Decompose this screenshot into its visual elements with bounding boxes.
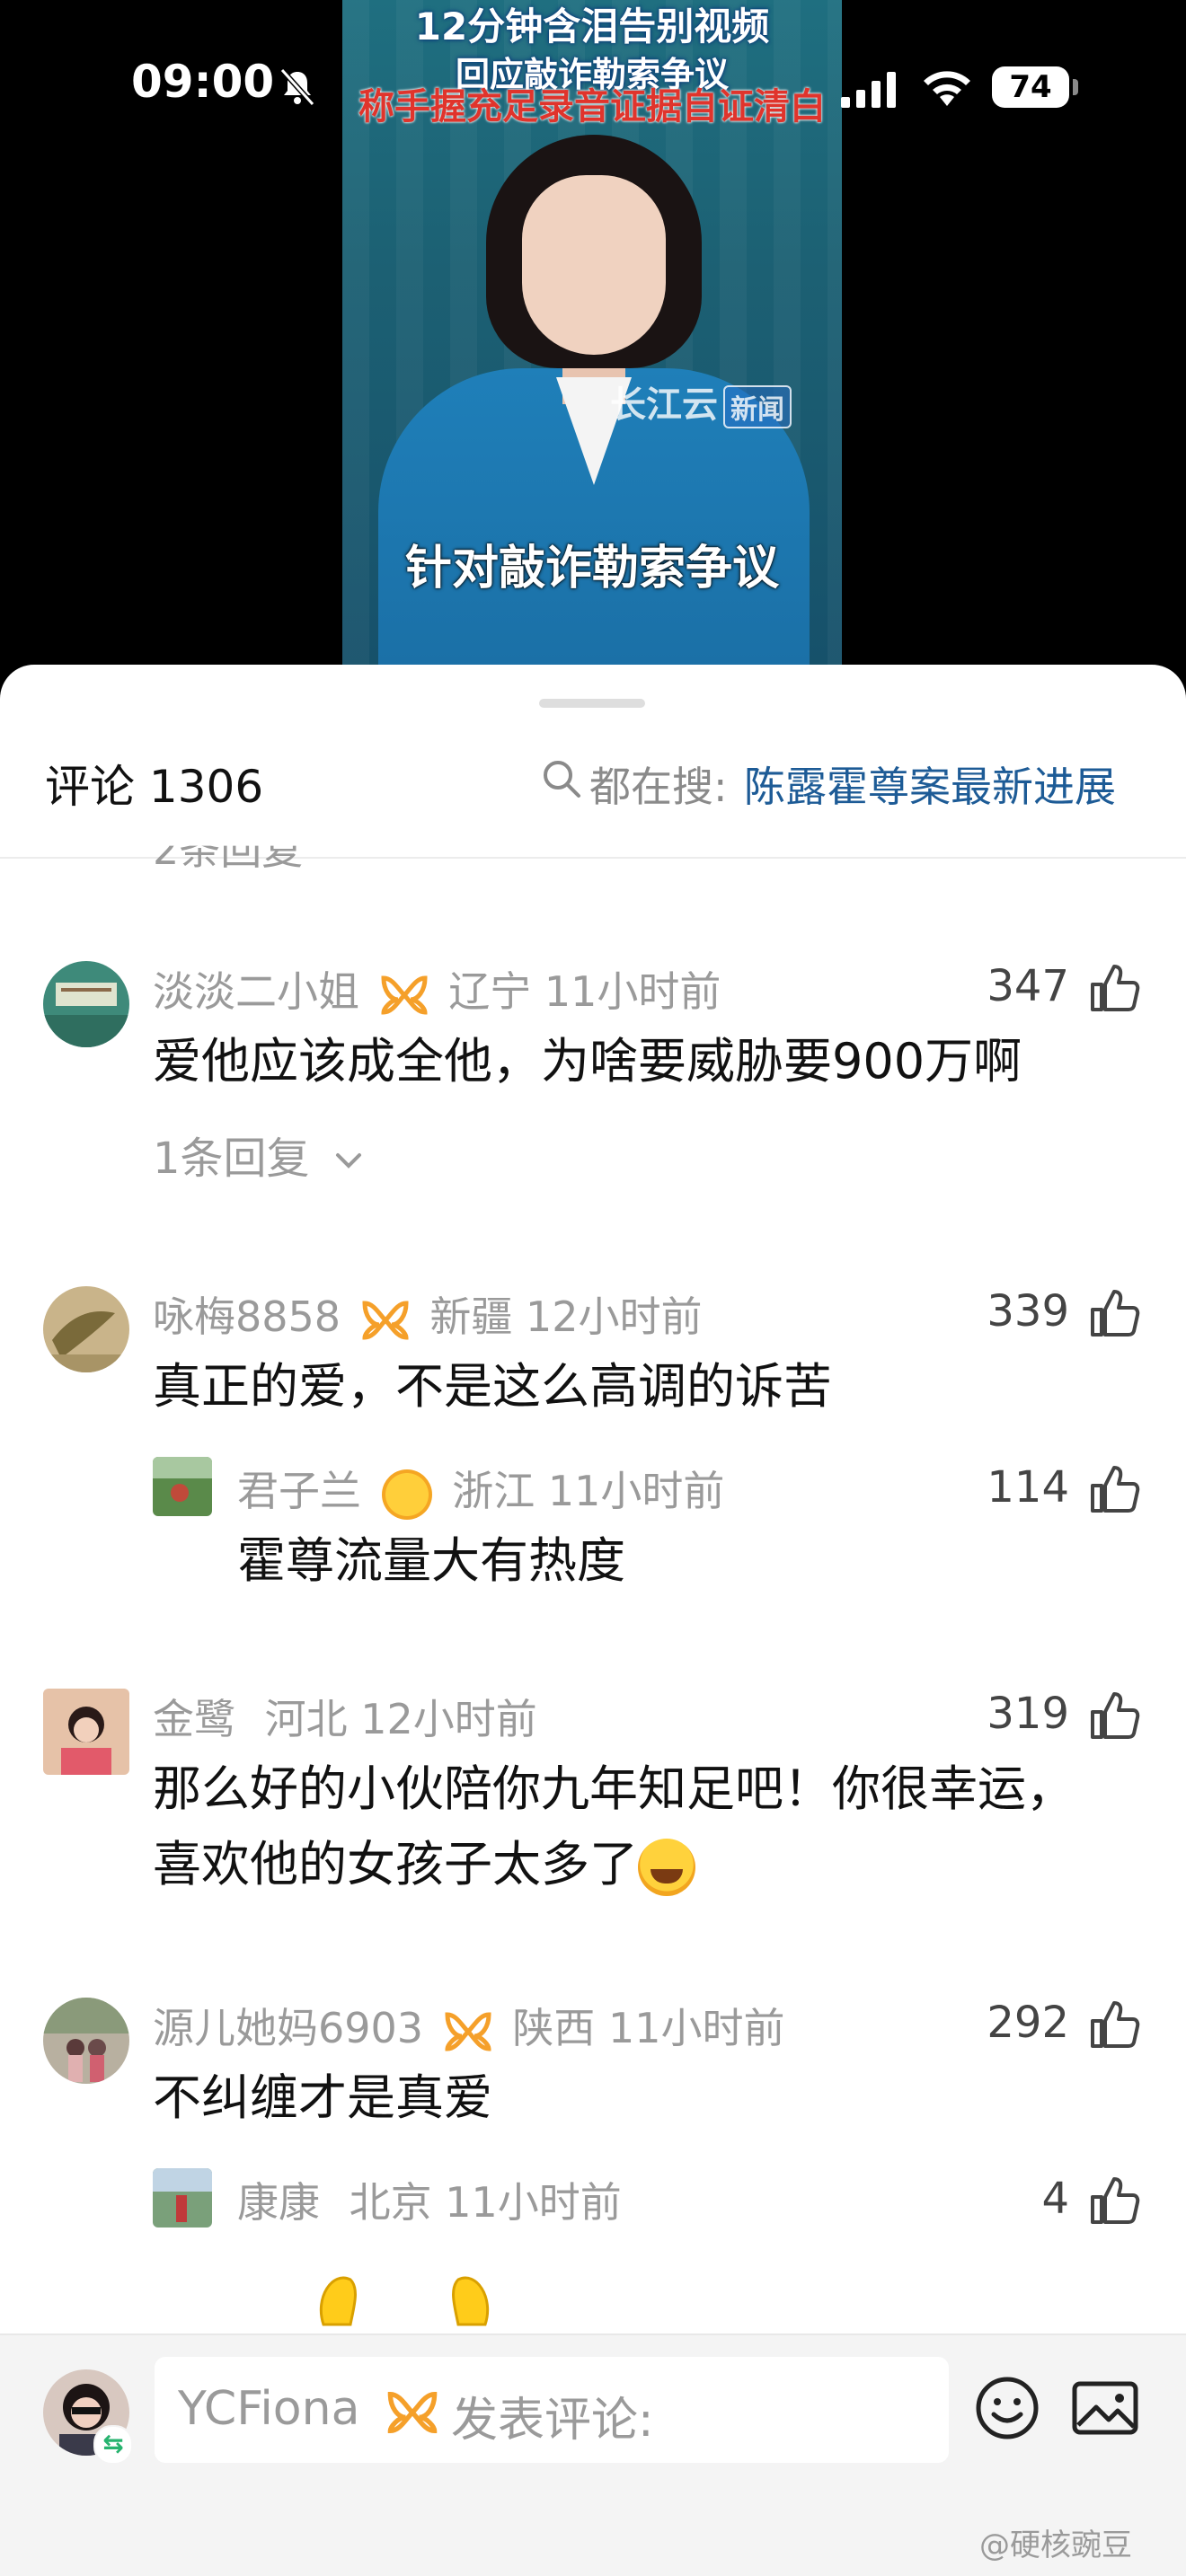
video-frame[interactable]: 12分钟含泪告别视频 回应敲诈勒索争议 称手握充足录音证据自证清白 长江云 新闻 … [342,0,842,683]
avatar-image [153,1457,212,1516]
comment-meta: 淡淡二小姐 辽宁 11小时前 [153,959,721,1019]
weibo-watermark: @硬核豌豆 [979,2527,1132,2563]
thumbs-up-icon[interactable] [1089,2174,1141,2226]
vip-badge-icon [445,2011,491,2051]
status-time: 09:00 [131,56,275,108]
like-count: 339 [987,1286,1069,1337]
avatar[interactable] [43,1998,129,2084]
comment-text: 爱他应该成全他，为啥要威胁要900万啊 [153,1033,1022,1090]
reply-location: 浙江 [452,1467,535,1515]
emoji-icon[interactable] [974,2375,1040,2441]
channel-name: 长江云 [610,384,718,426]
vip-badge-icon [362,1300,409,1340]
switch-account-icon[interactable]: ⇆ [93,2425,133,2465]
reply-meta: 康康 北京 11小时前 [237,2170,622,2229]
thumbs-up-icon[interactable] [1089,1286,1141,1338]
channel-tag: 新闻 [723,385,792,428]
image-icon[interactable] [1071,2380,1139,2436]
reply-meta: 君子兰 浙江 11小时前 [237,1459,724,1520]
location: 河北 [264,1695,348,1743]
search-icon[interactable] [541,758,582,799]
timestamp: 11小时前 [607,2004,785,2052]
vip-badge-icon [387,2392,438,2433]
location: 辽宁 [448,967,532,1016]
comment-input[interactable]: YCFiona 发表评论: [155,2357,949,2463]
reply-avatar[interactable] [153,2168,212,2228]
location: 新疆 [429,1292,513,1341]
wifi-icon [924,71,970,106]
avatar-image [43,1998,129,2084]
reply-timestamp: 11小时前 [445,2178,622,2227]
comment-text-line2: 喜欢他的女孩子太多了 [153,1825,695,1904]
timestamp: 11小时前 [544,967,721,1016]
drag-handle[interactable] [539,699,645,708]
reply-username[interactable]: 康康 [237,2178,320,2227]
vip-badge-icon [381,975,428,1015]
cellular-signal-icon [841,72,896,108]
bell-muted-icon [279,67,315,107]
comment-text: 不纠缠才是真爱 [153,2069,492,2126]
avatar-image [153,2168,212,2228]
sun-emoji-icon [381,1469,432,1520]
reply-text: 霍尊流量大有热度 [237,1532,625,1589]
reply-location: 北京 [349,2178,432,2227]
comment-meta: 金鹭 河北 12小时前 [153,1687,537,1746]
username[interactable]: 咏梅8858 [153,1292,341,1341]
username[interactable]: 淡淡二小姐 [153,967,359,1016]
avatar-image [43,961,129,1047]
reply-like-count: 114 [987,1462,1069,1513]
comment-text-line1: 那么好的小伙陪你九年知足吧！你很幸运， [153,1760,1075,1817]
video-headline-1: 12分钟含泪告别视频 [414,4,770,49]
composer-username: YCFiona [178,2382,360,2436]
comment-count-title: 评论 1306 [45,761,264,813]
thumbs-up-icon[interactable] [1089,1689,1141,1741]
search-prefix: 都在搜: [589,763,728,811]
trending-search-link[interactable]: 陈露霍尊案最新进展 [744,754,1116,814]
thumbs-up-icon[interactable] [1089,1998,1141,2050]
timestamp: 12小时前 [525,1292,703,1341]
expand-replies-label: 1条回复 [153,1134,310,1184]
news-anchor-face [522,175,666,355]
laugh-cry-emoji-icon [638,1839,695,1897]
reply-timestamp: 11小时前 [547,1467,725,1515]
username[interactable]: 金鹭 [153,1695,235,1743]
hands-emoji-icon [319,2276,490,2326]
like-count: 319 [987,1689,1069,1739]
comment-text: 真正的爱，不是这么高调的诉苦 [153,1358,832,1415]
timestamp: 12小时前 [360,1695,537,1743]
comment-header: 评论 1306 都在搜: 陈露霍尊案最新进展 [0,751,1186,859]
battery-tip [1073,79,1078,95]
reply-avatar[interactable] [153,1457,212,1516]
comment-text-line2-text: 喜欢他的女孩子太多了 [153,1836,638,1892]
username[interactable]: 源儿她妈6903 [153,2004,423,2052]
like-count: 347 [987,961,1069,1011]
expand-replies-button[interactable]: 1条回复 [153,1123,367,1186]
avatar[interactable] [43,1689,129,1775]
thumbs-up-icon[interactable] [1089,961,1141,1013]
like-count: 292 [987,1998,1069,2048]
video-subtitle: 针对敲诈勒索争议 [404,542,779,595]
comment-sheet: 评论 1306 都在搜: 陈露霍尊案最新进展 2条回复 淡淡二小姐 辽宁 11小… [0,665,1186,2576]
avatar[interactable] [43,961,129,1047]
battery-indicator: 74 [992,66,1069,108]
avatar-image [43,1286,129,1372]
composer-placeholder: 发表评论: [451,2394,654,2448]
avatar-image [43,1689,129,1775]
reply-username[interactable]: 君子兰 [237,1467,361,1515]
chevron-down-icon [335,1153,361,1169]
reply-like-count: 4 [1041,2174,1069,2224]
comment-meta: 咏梅8858 新疆 12小时前 [153,1284,703,1344]
avatar[interactable] [43,1286,129,1372]
thumbs-up-icon[interactable] [1089,1462,1141,1514]
channel-watermark: 长江云 新闻 [610,375,792,428]
comment-meta: 源儿她妈6903 陕西 11小时前 [153,1996,785,2055]
location: 陕西 [512,2004,596,2052]
video-headline-3: 称手握充足录音证据自证清白 [358,86,826,128]
